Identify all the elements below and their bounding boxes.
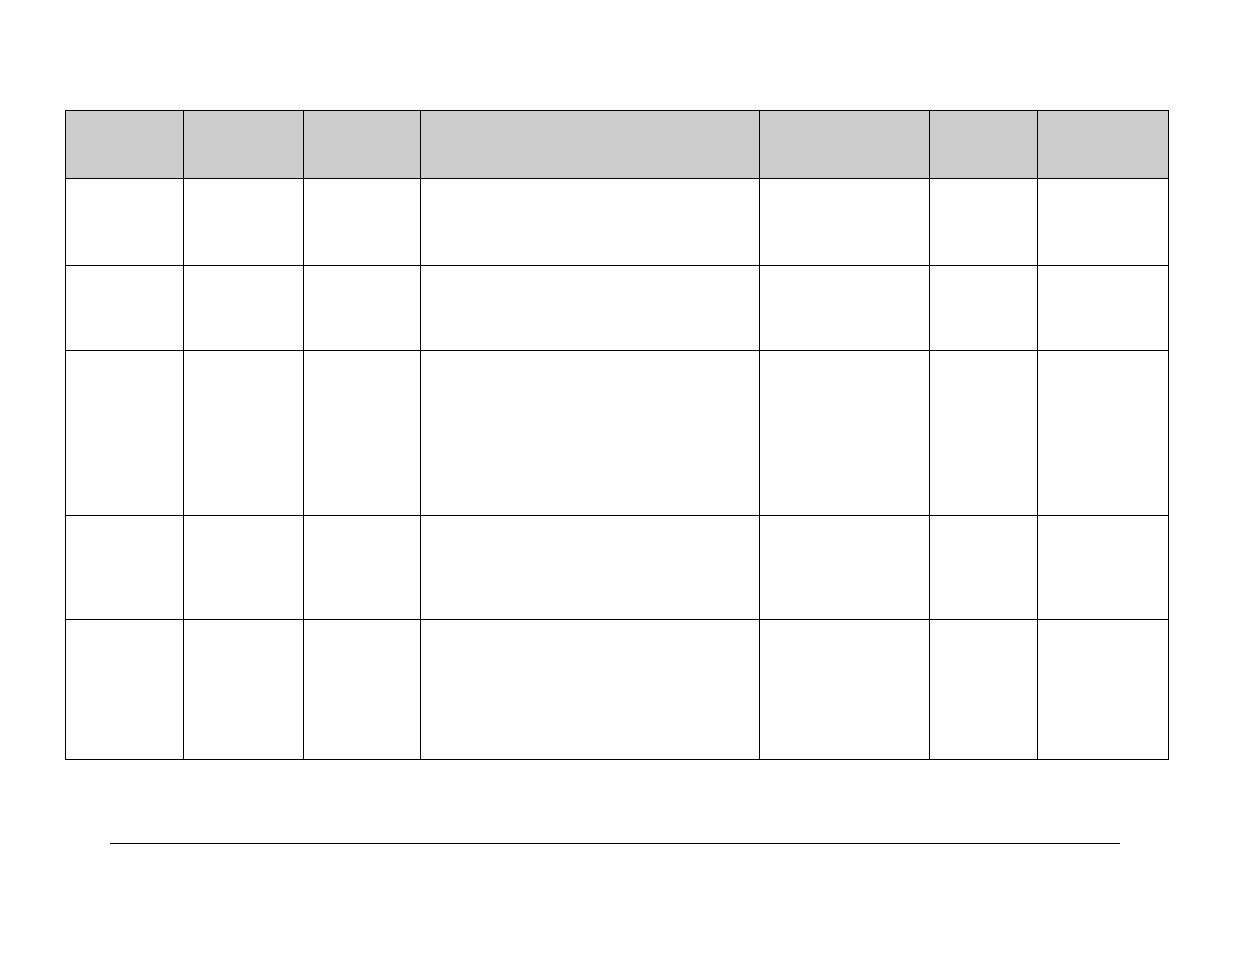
table-cell xyxy=(1038,351,1169,516)
table-header-cell xyxy=(930,111,1038,179)
data-table xyxy=(65,110,1169,760)
table-cell xyxy=(304,516,421,620)
table-cell xyxy=(66,516,184,620)
table-cell xyxy=(760,620,930,760)
table-cell xyxy=(304,179,421,266)
table-cell xyxy=(421,620,760,760)
table-header-cell xyxy=(66,111,184,179)
table-header-cell xyxy=(421,111,760,179)
table-cell xyxy=(760,516,930,620)
table-cell xyxy=(421,516,760,620)
table-cell xyxy=(930,351,1038,516)
page xyxy=(0,0,1235,954)
table-cell xyxy=(760,179,930,266)
table-cell xyxy=(184,351,304,516)
table-cell xyxy=(930,516,1038,620)
table-cell xyxy=(66,351,184,516)
table-cell xyxy=(66,620,184,760)
table-cell xyxy=(304,266,421,351)
table-cell xyxy=(184,516,304,620)
table-row xyxy=(66,179,1169,266)
table-cell xyxy=(930,620,1038,760)
table-header-cell xyxy=(1038,111,1169,179)
table-cell xyxy=(1038,179,1169,266)
table-row xyxy=(66,620,1169,760)
table-header-row xyxy=(66,111,1169,179)
table-cell xyxy=(304,620,421,760)
table-cell xyxy=(421,351,760,516)
table-header-cell xyxy=(184,111,304,179)
table-cell xyxy=(304,351,421,516)
table-header-cell xyxy=(304,111,421,179)
table-cell xyxy=(184,620,304,760)
table-row xyxy=(66,351,1169,516)
table-cell xyxy=(421,266,760,351)
table-cell xyxy=(760,266,930,351)
table-cell xyxy=(760,351,930,516)
table-container xyxy=(65,110,1168,760)
horizontal-rule xyxy=(110,843,1120,844)
table-cell xyxy=(1038,266,1169,351)
table-row xyxy=(66,266,1169,351)
table-row xyxy=(66,516,1169,620)
table-cell xyxy=(1038,516,1169,620)
table-cell xyxy=(421,179,760,266)
table-cell xyxy=(184,179,304,266)
table-cell xyxy=(930,179,1038,266)
table-cell xyxy=(930,266,1038,351)
table-cell xyxy=(66,179,184,266)
table-cell xyxy=(1038,620,1169,760)
table-cell xyxy=(184,266,304,351)
table-cell xyxy=(66,266,184,351)
table-header-cell xyxy=(760,111,930,179)
